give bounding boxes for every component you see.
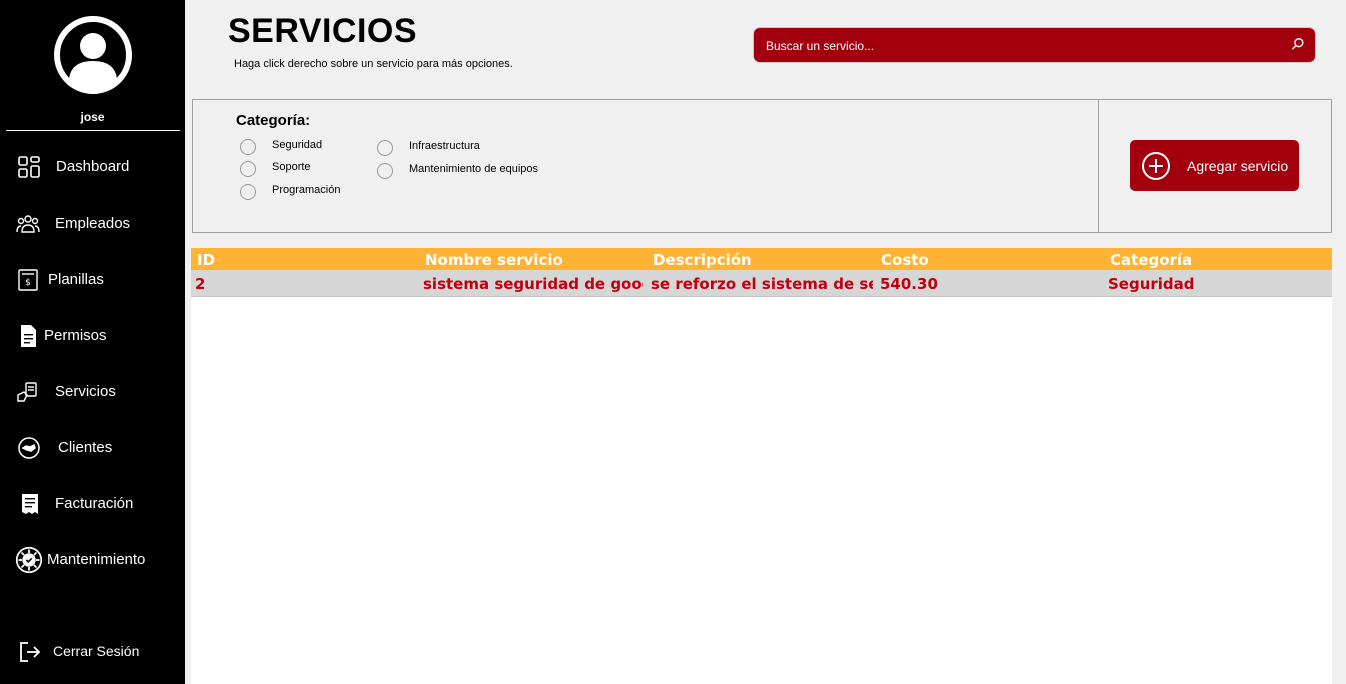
dashboard-icon xyxy=(18,156,40,178)
column-header-description[interactable]: Descripción xyxy=(653,251,752,269)
clients-icon xyxy=(18,437,40,459)
sidebar-item-label: Permisos xyxy=(44,327,107,344)
cell-category: Seguridad xyxy=(1108,275,1195,293)
column-header-name[interactable]: Nombre servicio xyxy=(425,251,563,269)
sidebar-item-label: Facturación xyxy=(55,495,134,512)
radio-circle[interactable] xyxy=(240,161,256,177)
radio-label: Programación xyxy=(272,184,341,196)
sidebar-item-label: Clientes xyxy=(58,439,113,456)
search-input[interactable] xyxy=(764,35,1288,57)
logout-label: Cerrar Sesión xyxy=(53,643,140,659)
sidebar-item-label: Empleados xyxy=(55,215,131,232)
column-header-id[interactable]: ID xyxy=(197,251,215,269)
sidebar-item-facturacion[interactable]: Facturación xyxy=(0,484,185,524)
sidebar-item-dashboard[interactable]: Dashboard xyxy=(0,147,185,187)
sidebar-item-servicios[interactable]: Servicios xyxy=(0,372,185,412)
column-header-cost[interactable]: Costo xyxy=(881,251,929,269)
permissions-icon xyxy=(21,325,36,347)
logout-button[interactable]: Cerrar Sesión xyxy=(0,632,185,672)
employees-icon xyxy=(16,215,40,233)
payroll-icon: $ xyxy=(18,269,38,291)
table-row[interactable]: 2 sistema seguridad de google se reforzo… xyxy=(191,270,1332,297)
billing-icon xyxy=(22,494,38,514)
logout-icon xyxy=(20,642,41,662)
sidebar-item-clientes[interactable]: Clientes xyxy=(0,428,185,468)
cell-cost: 540.30 xyxy=(880,275,938,293)
plus-circle-icon xyxy=(1142,152,1170,180)
radio-label: Infraestructura xyxy=(409,140,480,152)
cell-description: se reforzo el sistema de seg... xyxy=(651,275,873,293)
radio-circle[interactable] xyxy=(240,184,256,200)
radio-circle[interactable] xyxy=(240,139,256,155)
search-icon[interactable] xyxy=(1291,37,1305,51)
radio-label: Seguridad xyxy=(272,139,323,151)
add-service-button[interactable]: Agregar servicio xyxy=(1130,140,1299,191)
radio-circle[interactable] xyxy=(377,163,393,179)
page-title: SERVICIOS xyxy=(228,12,418,50)
radio-circle[interactable] xyxy=(377,140,393,156)
cell-name: sistema seguridad de google xyxy=(423,275,643,293)
category-filter-title: Categoría: xyxy=(236,112,311,129)
radio-label: Soporte xyxy=(272,161,311,173)
maintenance-icon xyxy=(15,546,43,574)
sidebar: jose Dashboard Empleados $ Planillas Per… xyxy=(0,0,185,684)
table-header: ID Nombre servicio Descripción Costo Cat… xyxy=(191,248,1332,270)
search-box xyxy=(754,28,1315,62)
sidebar-item-mantenimiento[interactable]: Mantenimiento xyxy=(0,540,185,580)
column-header-category[interactable]: Categoría xyxy=(1110,251,1192,269)
user-avatar-icon xyxy=(54,16,132,94)
page-hint: Haga click derecho sobre un servicio par… xyxy=(234,58,513,70)
sidebar-item-label: Servicios xyxy=(55,383,116,400)
radio-label: Mantenimiento de equipos xyxy=(409,163,539,175)
sidebar-item-label: Mantenimiento xyxy=(47,551,146,568)
username: jose xyxy=(80,110,105,124)
services-table: ID Nombre servicio Descripción Costo Cat… xyxy=(191,248,1332,684)
sidebar-item-label: Dashboard xyxy=(56,158,130,175)
services-icon xyxy=(17,382,37,402)
category-filter-panel xyxy=(192,99,1099,233)
svg-text:$: $ xyxy=(25,278,31,288)
sidebar-item-label: Planillas xyxy=(48,271,104,288)
sidebar-item-empleados[interactable]: Empleados xyxy=(0,204,185,244)
add-service-label: Agregar servicio xyxy=(1187,158,1289,174)
sidebar-item-permisos[interactable]: Permisos xyxy=(0,316,185,356)
sidebar-item-planillas[interactable]: $ Planillas xyxy=(0,260,185,300)
sidebar-divider xyxy=(6,130,180,131)
cell-id: 2 xyxy=(195,275,206,293)
